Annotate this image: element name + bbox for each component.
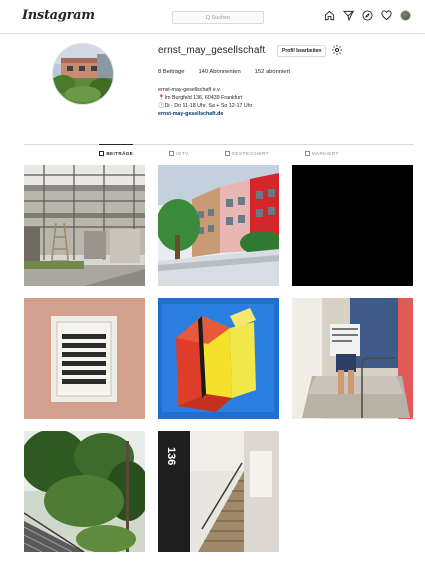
profile-tabs: BEITRÄGE IGTV GESPEICHERT MARKIERT — [24, 144, 414, 163]
profile-bio: ernst-may-gesellschaft e.v. 📍Im Burgfeld… — [158, 86, 252, 118]
home-icon[interactable] — [324, 10, 335, 21]
heart-icon[interactable] — [381, 10, 392, 21]
post-colorful-houses-painting[interactable] — [158, 165, 279, 286]
tab-posts-label: BEITRÄGE — [106, 151, 134, 156]
post-grid: 136 — [24, 165, 414, 552]
posts-count: 8 Beiträge — [158, 69, 185, 75]
tv-icon — [169, 151, 175, 156]
edit-profile-button[interactable]: Profil bearbeiten — [277, 45, 327, 57]
top-nav-bar: Instagram Q Suchen — [0, 0, 425, 34]
empty-grid-slot — [292, 431, 413, 552]
tab-igtv-label: IGTV — [176, 151, 189, 156]
post-stairwell[interactable]: 136 — [158, 431, 279, 552]
instagram-logo[interactable]: Instagram — [22, 8, 95, 23]
stairwell-number: 136 — [165, 447, 177, 465]
following-count[interactable]: 152 abonniert — [255, 69, 290, 75]
post-person-reading-on-steps[interactable] — [292, 298, 413, 419]
tab-saved-label: GESPEICHERT — [231, 151, 269, 156]
bio-hours: 🕐Di - Do 11-18 Uhr, Sa + So 12-17 Uhr — [158, 103, 253, 109]
explore-icon[interactable] — [362, 10, 373, 21]
profile-username: ernst_may_gesellschaft — [158, 45, 266, 56]
bio-website-link[interactable]: ernst-may-gesellschaft.de — [158, 110, 252, 118]
tab-tagged[interactable]: MARKIERT — [304, 145, 339, 163]
post-vent-grille[interactable] — [24, 298, 145, 419]
profile-stats: 8 Beiträge 140 Abonnenten 152 abonniert — [158, 69, 290, 75]
bookmark-icon — [224, 151, 230, 156]
grid-icon — [99, 151, 105, 156]
followers-count[interactable]: 140 Abonnenten — [198, 69, 240, 75]
bio-address: 📍Im Burgfeld 136, 60439 Frankfurt — [158, 95, 243, 101]
post-garden-stairs[interactable] — [24, 431, 145, 552]
tab-saved[interactable]: GESPEICHERT — [224, 145, 269, 163]
tab-tagged-label: MARKIERT — [311, 151, 339, 156]
tag-icon — [304, 151, 310, 156]
search-placeholder: Q Suchen — [205, 14, 231, 21]
profile-avatar[interactable] — [52, 43, 114, 105]
profile-avatar-icon[interactable] — [400, 10, 411, 21]
post-yellow-door-illustration[interactable] — [158, 298, 279, 419]
search-input[interactable]: Q Suchen — [172, 11, 264, 24]
bio-name: ernst-may-gesellschaft e.v. — [158, 87, 221, 93]
tab-igtv[interactable]: IGTV — [169, 145, 188, 163]
tab-posts[interactable]: BEITRÄGE — [99, 144, 134, 163]
settings-gear-icon[interactable] — [331, 44, 343, 56]
nav-icons — [324, 10, 411, 21]
direct-icon[interactable] — [343, 10, 354, 21]
post-scaffolding-building[interactable] — [24, 165, 145, 286]
post-black-square[interactable] — [292, 165, 413, 286]
